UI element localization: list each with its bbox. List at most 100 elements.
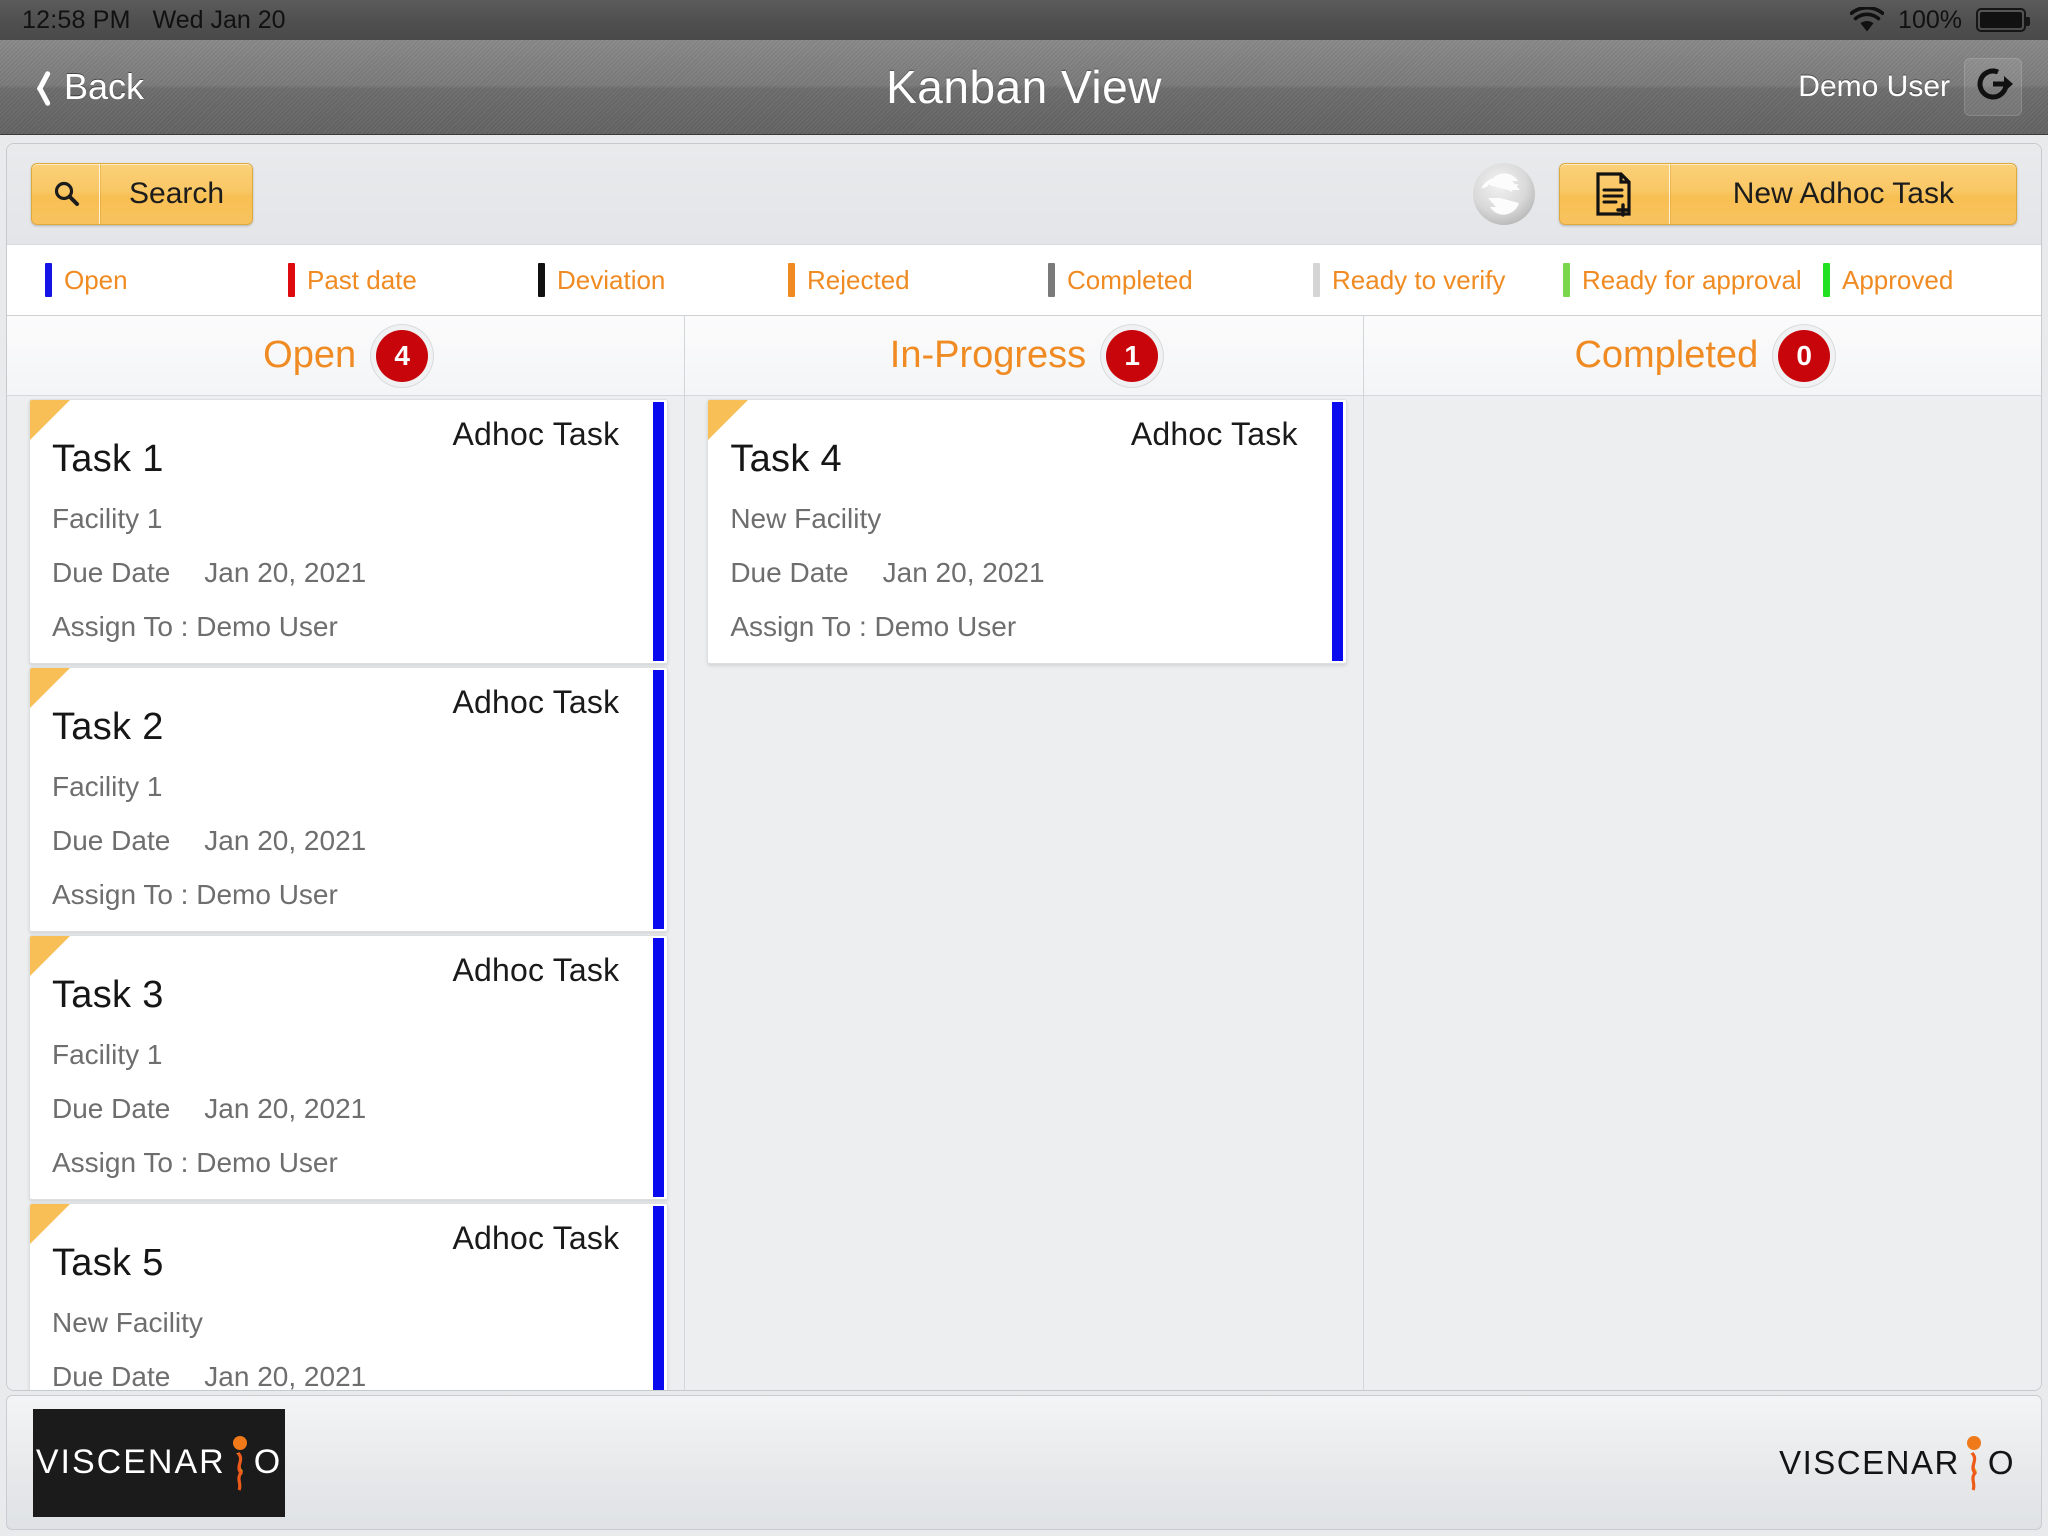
card-due-date-label: Due Date [52, 1361, 171, 1391]
card-due-date: Due Date Jan 20, 2021 [730, 557, 1345, 589]
legend-color-bar [1048, 263, 1055, 297]
card-status-bar [653, 1206, 665, 1390]
viscenario-logo-dark: VISCENAR O [33, 1408, 285, 1517]
logo-figure-icon [232, 1435, 247, 1491]
legend-label: Rejected [807, 264, 910, 295]
column-card-list[interactable]: Adhoc Task Task 4 New Facility Due Date Jan … [685, 396, 1362, 1390]
status-bar: 12:58 PM Wed Jan 20 100% [0, 0, 2048, 40]
wifi-icon [1850, 7, 1885, 33]
toolbar: Search New Adhoc Task [7, 144, 2041, 244]
card-due-date-label: Due Date [730, 557, 849, 588]
card-assignee: Assign To : Demo User [52, 611, 338, 642]
legend-color-bar [1563, 263, 1570, 297]
card-facility: Facility 1 [52, 771, 163, 802]
kanban-column-in-progress: In-Progress 1 Adhoc Task Task 4 New Facility… [685, 316, 1364, 1390]
card-type-label: Adhoc Task [452, 684, 620, 720]
logout-icon [1971, 65, 2015, 110]
legend-label: Approved [1842, 264, 1954, 295]
card-due-date: Due Date Jan 20, 2021 [52, 1093, 667, 1125]
refresh-button[interactable] [1471, 161, 1537, 227]
card-due-date-label: Due Date [52, 557, 171, 588]
search-button[interactable]: Search [31, 163, 254, 225]
status-date: Wed Jan 20 [152, 5, 286, 34]
legend-item-deviation: Deviation [538, 263, 665, 297]
legend-item-completed: Completed [1048, 263, 1193, 297]
card-due-date-value: Jan 20, 2021 [204, 1093, 367, 1124]
card-corner-flag-icon [30, 400, 70, 440]
logo-text-right-tail: O [1987, 1443, 2015, 1481]
back-button-label: Back [64, 66, 145, 107]
viscenario-logo-light: VISCENAR O [1779, 1432, 2015, 1494]
legend-label: Open [64, 264, 128, 295]
column-count-badge: 0 [1778, 329, 1831, 382]
new-adhoc-task-button[interactable]: New Adhoc Task [1558, 163, 2017, 225]
card-due-date: Due Date Jan 20, 2021 [52, 1361, 667, 1391]
chevron-left-icon [26, 68, 48, 106]
card-corner-flag-icon [30, 936, 70, 976]
legend-color-bar [45, 263, 52, 297]
search-icon [32, 164, 100, 224]
card-status-bar [1331, 402, 1343, 661]
navigation-bar-right: Demo User [1798, 58, 2022, 116]
kanban-column-completed: Completed 0 [1363, 316, 2041, 1390]
page-title: Kanban View [886, 61, 1162, 113]
card-facility: New Facility [52, 1307, 203, 1338]
card-due-date-value: Jan 20, 2021 [204, 557, 367, 588]
column-header: In-Progress 1 [685, 316, 1363, 396]
card-type-label: Adhoc Task [452, 952, 620, 988]
status-bar-left: 12:58 PM Wed Jan 20 [22, 6, 286, 35]
battery-full-icon [1976, 8, 2030, 32]
column-card-list[interactable] [1364, 396, 2041, 1390]
legend-color-bar [1823, 263, 1830, 297]
legend-item-rejected: Rejected [788, 263, 910, 297]
card-due-date-label: Due Date [52, 825, 171, 856]
back-button[interactable]: Back [26, 66, 144, 108]
column-header: Open 4 [7, 316, 685, 396]
task-card[interactable]: Adhoc Task Task 5 New Facility Due Date Jan … [29, 1203, 669, 1391]
card-due-date-label: Due Date [52, 1093, 171, 1124]
legend-label: Completed [1067, 264, 1193, 295]
refresh-icon [1472, 163, 1535, 225]
card-due-date-value: Jan 20, 2021 [204, 825, 367, 856]
card-status-bar [653, 670, 665, 929]
card-due-date: Due Date Jan 20, 2021 [52, 825, 667, 857]
search-button-label: Search [100, 164, 252, 224]
column-card-list[interactable]: Adhoc Task Task 1 Facility 1 Due Date Jan 20… [7, 396, 684, 1391]
kanban-column-open: Open 4 Adhoc Task Task 1 Facility 1 Due Date J… [7, 316, 686, 1391]
task-card[interactable]: Adhoc Task Task 1 Facility 1 Due Date Jan 20… [29, 399, 669, 664]
kanban-board: Open 4 Adhoc Task Task 1 Facility 1 Due Date J… [7, 316, 2041, 1391]
card-due-date-value: Jan 20, 2021 [204, 1361, 367, 1391]
card-due-date: Due Date Jan 20, 2021 [52, 557, 667, 589]
task-card[interactable]: Adhoc Task Task 2 Facility 1 Due Date Jan 20… [29, 667, 669, 932]
card-type-label: Adhoc Task [452, 416, 620, 452]
logo-text-right: VISCENAR [1779, 1443, 1960, 1481]
card-due-date-value: Jan 20, 2021 [882, 557, 1045, 588]
card-type-label: Adhoc Task [452, 1220, 620, 1256]
card-facility: Facility 1 [52, 503, 163, 534]
card-assignee: Assign To : Demo User [52, 879, 338, 910]
legend-color-bar [788, 263, 795, 297]
card-facility: New Facility [730, 503, 882, 534]
legend-label: Past date [307, 264, 417, 295]
column-header: Completed 0 [1363, 316, 2041, 396]
legend-label: Ready for approval [1582, 264, 1802, 295]
status-time: 12:58 PM [22, 5, 131, 34]
task-card[interactable]: Adhoc Task Task 3 Facility 1 Due Date Jan 20… [29, 935, 669, 1200]
column-title: Open [263, 334, 357, 376]
legend-item-approved: Approved [1823, 263, 1953, 297]
card-status-bar [653, 938, 665, 1197]
column-title: Completed [1574, 334, 1759, 376]
card-facility: Facility 1 [52, 1039, 163, 1070]
task-card[interactable]: Adhoc Task Task 4 New Facility Due Date Jan … [707, 399, 1347, 664]
legend-item-past-date: Past date [288, 263, 417, 297]
legend-color-bar [288, 263, 295, 297]
card-status-bar [653, 402, 665, 661]
battery-percent: 100% [1898, 5, 1962, 34]
legend-color-bar [1313, 263, 1320, 297]
status-bar-right: 100% [1850, 5, 2030, 35]
logo-text-left: VISCENAR [35, 1443, 226, 1481]
logout-button[interactable] [1964, 58, 2022, 116]
column-count-badge: 1 [1106, 329, 1159, 382]
legend-label: Deviation [557, 264, 666, 295]
new-adhoc-task-label: New Adhoc Task [1669, 164, 2016, 224]
